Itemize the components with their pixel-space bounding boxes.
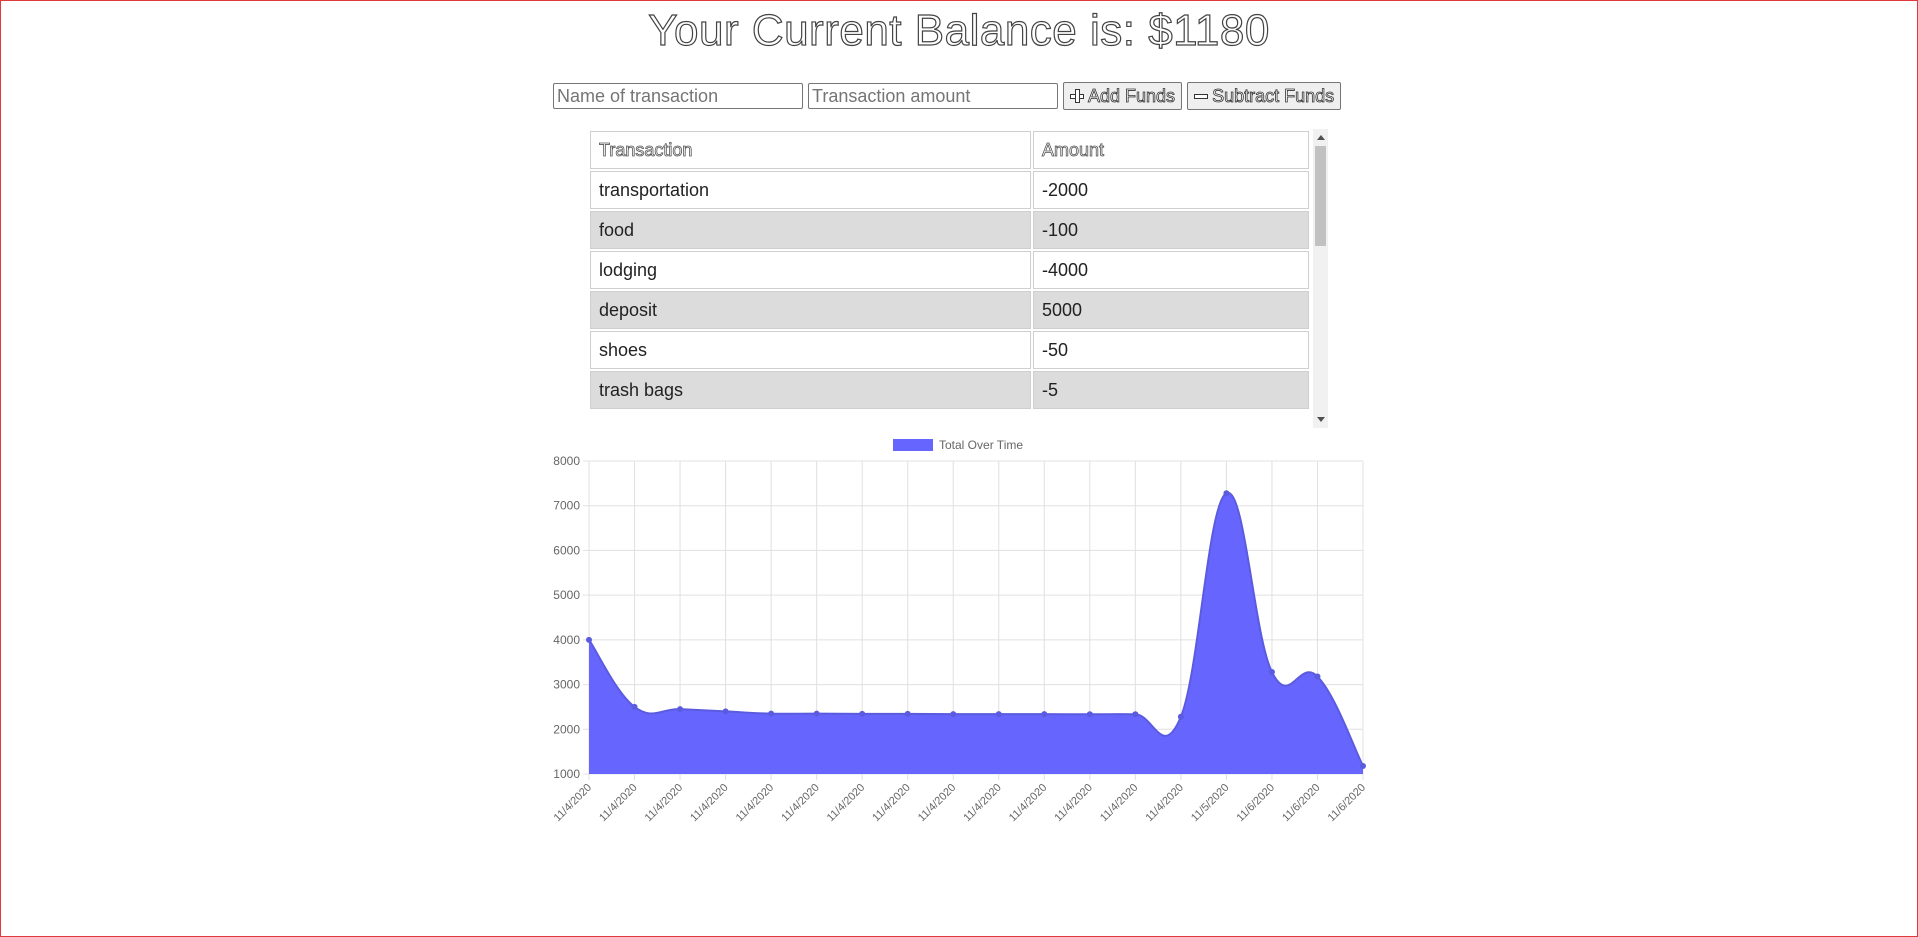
transaction-name-input[interactable]: [553, 83, 803, 109]
data-point: [1132, 711, 1139, 718]
transaction-name-cell: shoes: [590, 331, 1031, 369]
transaction-amount-cell: -4000: [1033, 251, 1309, 289]
scroll-down-arrow-icon[interactable]: [1317, 417, 1325, 422]
x-tick-label: 11/4/2020: [552, 782, 595, 825]
table-row: transportation -2000: [590, 171, 1309, 209]
series-area: [589, 492, 1363, 774]
table-row: shoes -50: [590, 331, 1309, 369]
x-tick-label: 11/4/2020: [1052, 782, 1095, 825]
data-point: [722, 708, 729, 715]
scrollbar-thumb[interactable]: [1315, 146, 1326, 246]
data-point: [1086, 711, 1093, 718]
column-header-amount: Amount: [1033, 131, 1309, 169]
data-point: [768, 710, 775, 717]
x-tick-label: 11/6/2020: [1280, 782, 1323, 825]
total-over-time-chart: Total Over Time 1000 2000 3000 4000 5000 6000…: [552, 438, 1369, 825]
data-point: [950, 711, 957, 718]
transaction-name-cell: food: [590, 211, 1031, 249]
x-tick-label: 11/4/2020: [734, 782, 777, 825]
minus-icon: [1194, 89, 1209, 103]
x-tick-label: 11/4/2020: [870, 782, 913, 825]
x-tick-label: 11/5/2020: [1189, 782, 1232, 825]
x-tick-label: 11/4/2020: [688, 782, 731, 825]
x-axis: 11/4/2020 11/4/2020 11/4/2020 11/4/2020 11/4…: [552, 782, 1369, 825]
x-tick-label: 11/4/2020: [643, 782, 686, 825]
table-row: food -100: [590, 211, 1309, 249]
transaction-name-cell: transportation: [590, 171, 1031, 209]
column-header-transaction: Transaction: [590, 131, 1031, 169]
transaction-amount-cell: 5000: [1033, 291, 1309, 329]
transaction-form: Add Funds Subtract Funds: [553, 82, 1342, 110]
data-point: [813, 710, 820, 717]
legend-swatch: [893, 439, 933, 451]
table-header-row: Transaction Amount: [590, 131, 1309, 169]
y-tick-label: 1000: [553, 767, 580, 781]
data-point: [859, 710, 866, 717]
x-tick-label: 11/4/2020: [779, 782, 822, 825]
y-tick-label: 4000: [553, 633, 580, 647]
y-tick-label: 6000: [553, 543, 580, 557]
x-tick-label: 11/6/2020: [1326, 782, 1369, 825]
data-point: [995, 711, 1002, 718]
transaction-amount-input[interactable]: [808, 83, 1058, 109]
add-funds-button[interactable]: Add Funds: [1063, 82, 1183, 110]
table-row: deposit 5000: [590, 291, 1309, 329]
transaction-name-cell: trash bags: [590, 371, 1031, 409]
transaction-amount-cell: -100: [1033, 211, 1309, 249]
data-point: [677, 706, 684, 713]
table-row: lodging -4000: [590, 251, 1309, 289]
data-point: [631, 703, 638, 710]
data-point: [1223, 490, 1230, 497]
subtract-funds-button[interactable]: Subtract Funds: [1187, 82, 1342, 110]
x-tick-label: 11/4/2020: [916, 782, 959, 825]
y-axis: 1000 2000 3000 4000 5000 6000 7000 8000: [553, 454, 580, 781]
data-point: [1268, 669, 1275, 676]
transaction-name-cell: lodging: [590, 251, 1031, 289]
x-tick-label: 11/4/2020: [597, 782, 640, 825]
x-tick-label: 11/6/2020: [1235, 782, 1278, 825]
table-row: trash bags -5: [590, 371, 1309, 409]
subtract-funds-label: Subtract Funds: [1212, 85, 1335, 106]
y-tick-label: 3000: [553, 678, 580, 692]
transaction-amount-cell: -5: [1033, 371, 1309, 409]
x-tick-label: 11/4/2020: [825, 782, 868, 825]
transaction-name-cell: deposit: [590, 291, 1031, 329]
data-point: [1360, 762, 1366, 769]
chart-legend[interactable]: Total Over Time: [893, 438, 1023, 452]
y-tick-label: 7000: [553, 499, 580, 513]
scroll-up-arrow-icon[interactable]: [1317, 135, 1325, 140]
y-tick-label: 8000: [553, 454, 580, 468]
x-tick-label: 11/4/2020: [1098, 782, 1141, 825]
data-point: [1041, 711, 1048, 718]
transaction-amount-cell: -50: [1033, 331, 1309, 369]
add-funds-label: Add Funds: [1088, 85, 1176, 106]
balance-heading: Your Current Balance is: $1180: [648, 5, 1270, 55]
table-scrollbar[interactable]: [1313, 129, 1328, 428]
data-point: [904, 710, 911, 717]
data-point: [1314, 673, 1321, 680]
legend-label: Total Over Time: [939, 438, 1023, 452]
x-tick-label: 11/4/2020: [961, 782, 1004, 825]
transaction-amount-cell: -2000: [1033, 171, 1309, 209]
series-total-over-time: [586, 490, 1366, 774]
data-point: [1177, 713, 1184, 720]
data-point: [586, 636, 592, 643]
transaction-table: Transaction Amount transportation -2000 …: [588, 129, 1311, 411]
y-tick-label: 5000: [553, 588, 580, 602]
x-tick-label: 11/4/2020: [1143, 782, 1186, 825]
plus-icon: [1070, 89, 1084, 103]
x-tick-label: 11/4/2020: [1007, 782, 1050, 825]
y-tick-label: 2000: [553, 722, 580, 736]
transaction-table-container: Transaction Amount transportation -2000 …: [588, 129, 1328, 428]
